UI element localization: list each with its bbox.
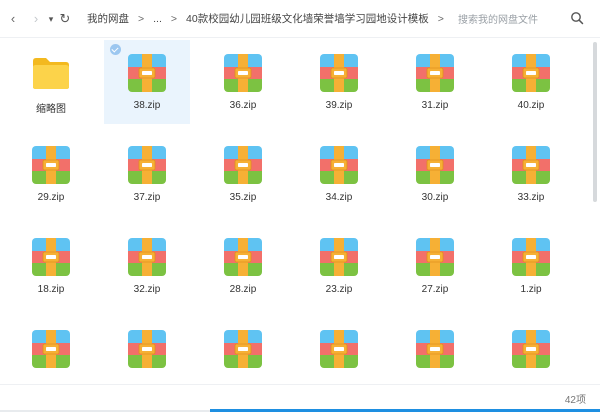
zip-archive-icon bbox=[224, 238, 262, 276]
file-name: 38.zip bbox=[133, 100, 161, 111]
file-name: 37.zip bbox=[133, 192, 161, 203]
file-name: 1.zip bbox=[520, 284, 542, 295]
file-name: 23.zip bbox=[325, 284, 353, 295]
file-name: 缩略图 bbox=[36, 104, 66, 115]
zip-archive-icon bbox=[416, 238, 454, 276]
zip-archive-icon bbox=[416, 146, 454, 184]
folder-icon bbox=[33, 58, 69, 89]
file-name: 28.zip bbox=[229, 284, 257, 295]
file-item[interactable] bbox=[8, 316, 94, 380]
file-name: 18.zip bbox=[37, 284, 65, 295]
zip-archive-icon bbox=[128, 330, 166, 368]
zip-archive-icon bbox=[512, 330, 550, 368]
search-box[interactable]: 搜索我的网盘文件 bbox=[450, 8, 590, 28]
search-icon[interactable] bbox=[570, 11, 584, 25]
zip-archive-icon bbox=[320, 330, 358, 368]
file-name: 40.zip bbox=[517, 100, 545, 111]
file-item[interactable]: 29.zip bbox=[8, 132, 94, 216]
zip-archive-icon bbox=[416, 330, 454, 368]
zip-archive-icon bbox=[512, 238, 550, 276]
file-name: 33.zip bbox=[517, 192, 545, 203]
zip-archive-icon bbox=[416, 54, 454, 92]
zip-archive-icon bbox=[224, 146, 262, 184]
file-item[interactable]: 1.zip bbox=[488, 224, 574, 308]
scrollbar-thumb[interactable] bbox=[593, 42, 597, 202]
breadcrumb: 我的网盘 >... >40款校园幼儿园班级文化墙荣誉墙学习园地设计模板 > bbox=[87, 10, 453, 28]
file-name: 34.zip bbox=[325, 192, 353, 203]
navigation-bar: ‹ › ▾ ↻ 我的网盘 >... >40款校园幼儿园班级文化墙荣誉墙学习园地设计模… bbox=[0, 0, 600, 38]
selected-check-icon[interactable] bbox=[110, 44, 121, 55]
file-item[interactable] bbox=[488, 316, 574, 380]
zip-archive-icon bbox=[128, 146, 166, 184]
file-item[interactable]: 28.zip bbox=[200, 224, 286, 308]
zip-archive-icon bbox=[128, 238, 166, 276]
file-item[interactable] bbox=[296, 316, 382, 380]
zip-archive-icon bbox=[512, 54, 550, 92]
zip-archive-icon bbox=[32, 238, 70, 276]
breadcrumb-current[interactable]: 40款校园幼儿园班级文化墙荣誉墙学习园地设计模板 bbox=[186, 10, 429, 28]
zip-archive-icon bbox=[224, 54, 262, 92]
file-item[interactable]: 39.zip bbox=[296, 40, 382, 124]
breadcrumb-separator: > bbox=[138, 13, 145, 25]
file-name: 30.zip bbox=[421, 192, 449, 203]
zip-archive-icon bbox=[320, 238, 358, 276]
file-item[interactable]: 37.zip bbox=[104, 132, 190, 216]
folder-item[interactable]: 缩略图 bbox=[8, 40, 94, 124]
zip-archive-icon bbox=[32, 330, 70, 368]
file-item[interactable]: 23.zip bbox=[296, 224, 382, 308]
file-item[interactable]: 32.zip bbox=[104, 224, 190, 308]
file-item[interactable]: 27.zip bbox=[392, 224, 478, 308]
zip-archive-icon bbox=[320, 146, 358, 184]
file-name: 39.zip bbox=[325, 100, 353, 111]
file-name: 31.zip bbox=[421, 100, 449, 111]
file-name: 32.zip bbox=[133, 284, 161, 295]
zip-archive-icon bbox=[512, 146, 550, 184]
file-item[interactable]: 30.zip bbox=[392, 132, 478, 216]
breadcrumb-separator: > bbox=[170, 13, 178, 25]
zip-archive-icon bbox=[32, 146, 70, 184]
breadcrumb-ellipsis[interactable]: ... bbox=[153, 10, 162, 28]
file-item[interactable] bbox=[392, 316, 478, 380]
forward-button[interactable]: › bbox=[29, 10, 43, 28]
file-item[interactable]: 40.zip bbox=[488, 40, 574, 124]
back-button[interactable]: ‹ bbox=[6, 10, 20, 28]
history-dropdown-button[interactable]: ▾ bbox=[46, 10, 56, 28]
file-item[interactable]: 18.zip bbox=[8, 224, 94, 308]
file-item[interactable] bbox=[104, 316, 190, 380]
zip-archive-icon bbox=[224, 330, 262, 368]
file-item[interactable]: 34.zip bbox=[296, 132, 382, 216]
file-item[interactable] bbox=[200, 316, 286, 380]
item-count: 42项 bbox=[564, 395, 586, 406]
file-item[interactable]: 31.zip bbox=[392, 40, 478, 124]
file-grid: 缩略图 38.zip 36.zip 39.zip 31.zip 40.zip 29.zip 3… bbox=[0, 38, 590, 380]
file-name: 36.zip bbox=[229, 100, 257, 111]
file-name: 29.zip bbox=[37, 192, 65, 203]
file-name: 35.zip bbox=[229, 192, 257, 203]
vertical-scrollbar[interactable] bbox=[592, 38, 598, 380]
file-item[interactable]: 33.zip bbox=[488, 132, 574, 216]
file-item[interactable]: 36.zip bbox=[200, 40, 286, 124]
file-item[interactable]: 35.zip bbox=[200, 132, 286, 216]
zip-archive-icon bbox=[320, 54, 358, 92]
breadcrumb-root[interactable]: 我的网盘 bbox=[87, 10, 129, 28]
search-input[interactable]: 搜索我的网盘文件 bbox=[458, 11, 538, 26]
file-name: 27.zip bbox=[421, 284, 449, 295]
refresh-button[interactable]: ↻ bbox=[58, 10, 72, 28]
zip-archive-icon bbox=[128, 54, 166, 92]
file-item[interactable]: 38.zip bbox=[104, 40, 190, 124]
breadcrumb-separator: > bbox=[437, 13, 444, 25]
